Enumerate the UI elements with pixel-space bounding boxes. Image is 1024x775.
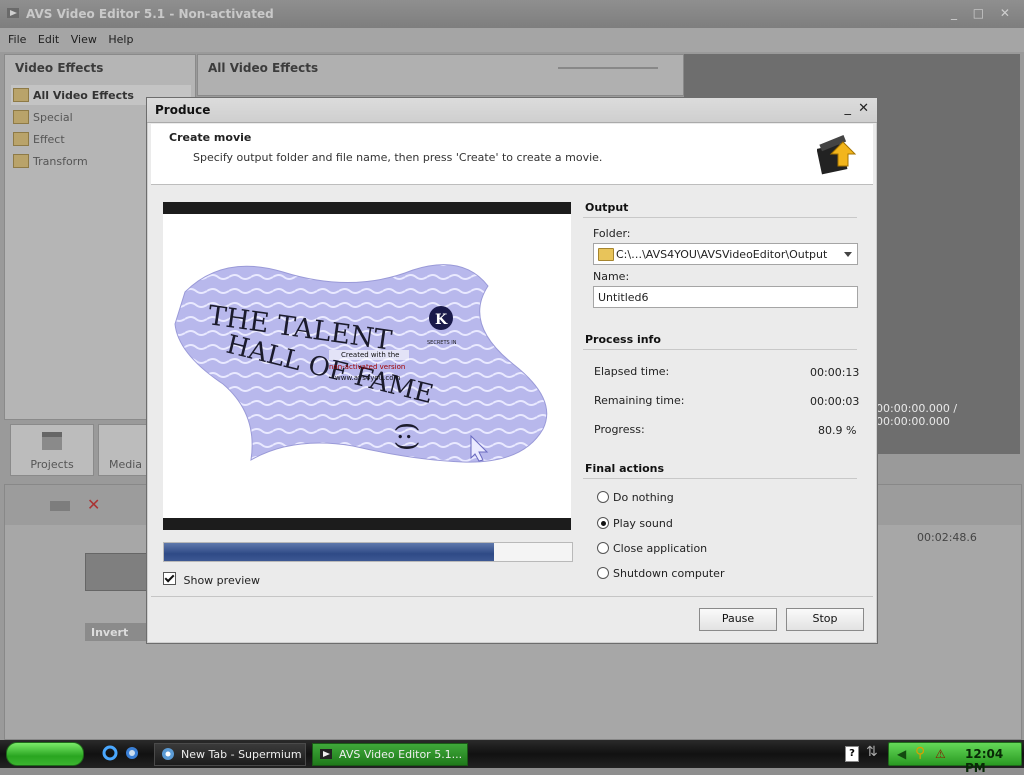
app-window-controls[interactable]: _ □ ✕ — [951, 6, 1016, 20]
folder-value: C:\…\AVS4YOU\AVSVideoEditor\Output — [616, 248, 828, 261]
svg-text:K: K — [435, 312, 448, 328]
radio-button[interactable] — [597, 491, 609, 503]
task-avs-video-editor[interactable]: AVS Video Editor 5.1... — [312, 743, 468, 766]
produce-dialog: Produce _ ✕ Create movie Specify output … — [146, 97, 878, 644]
projects-button[interactable]: Projects — [10, 424, 94, 476]
video-clip-thumbnail[interactable] — [85, 553, 147, 591]
show-preview-label: Show preview — [183, 574, 261, 587]
elapsed-value: 00:00:13 — [810, 366, 860, 379]
folder-icon — [13, 110, 29, 124]
close-icon[interactable]: ✕ — [858, 101, 869, 116]
radio-play-sound[interactable]: Play sound — [597, 517, 797, 533]
radio-close-application[interactable]: Close application — [597, 542, 797, 558]
radio-shutdown-computer[interactable]: Shutdown computer — [597, 567, 797, 583]
dialog-header: Create movie Specify output folder and f… — [151, 124, 873, 185]
timeline-time-marker: 00:02:48.6 — [917, 531, 977, 544]
dialog-heading: Create movie — [169, 131, 252, 144]
final-actions-title: Final actions — [585, 462, 665, 475]
preview-badge: SECRETS IN — [427, 340, 457, 346]
folder-icon — [13, 88, 29, 102]
menu-edit[interactable]: Edit — [38, 33, 59, 46]
elapsed-label: Elapsed time: — [594, 365, 670, 378]
folder-icon — [598, 248, 614, 261]
dialog-titlebar: Produce _ ✕ — [147, 98, 877, 123]
player-timecode: 00:00:00.000 / 00:00:00.000 — [876, 402, 958, 428]
video-editor-icon — [320, 749, 332, 759]
produce-progress-fill — [164, 543, 494, 561]
zoom-slider[interactable] — [558, 67, 658, 69]
effects-panel-header: Video Effects — [15, 61, 104, 75]
search-icon[interactable]: ⚲ — [915, 745, 925, 761]
progress-label: Progress: — [594, 423, 645, 436]
divider — [583, 478, 857, 479]
process-section-title: Process info — [585, 333, 661, 346]
stop-button[interactable]: Stop — [786, 608, 864, 631]
remaining-label: Remaining time: — [594, 394, 685, 407]
app-title: AVS Video Editor 5.1 - Non-activated — [26, 7, 274, 21]
browser-quicklaunch-icon[interactable] — [124, 745, 140, 761]
folder-icon — [13, 132, 29, 146]
output-section-title: Output — [585, 201, 629, 214]
start-button[interactable] — [6, 742, 84, 766]
preview-image: K SECRETS IN THE TALENT HALL OF FAME (:)… — [174, 264, 548, 463]
folder-icon — [13, 154, 29, 168]
footer-divider — [151, 596, 873, 597]
tray-app-icon[interactable]: ⚠ — [935, 747, 946, 761]
preview-text-line3: (:) — [392, 422, 422, 451]
chromium-icon — [162, 748, 174, 760]
taskbar: New Tab - Supermium AVS Video Editor 5.1… — [0, 740, 1024, 775]
pause-button[interactable]: Pause — [699, 608, 777, 631]
minimize-icon[interactable]: _ — [845, 101, 852, 116]
task-new-tab[interactable]: New Tab - Supermium — [154, 743, 306, 766]
volume-icon[interactable]: ◀ — [897, 747, 906, 761]
menu-bar: File Edit View Help — [0, 28, 1024, 52]
divider — [583, 349, 857, 350]
watermark-line1: Created with the — [341, 351, 400, 359]
menu-help[interactable]: Help — [108, 33, 133, 46]
preview-frame: K SECRETS IN THE TALENT HALL OF FAME (:)… — [163, 214, 571, 518]
internet-explorer-icon[interactable] — [102, 745, 118, 761]
radio-button[interactable] — [597, 567, 609, 579]
effects-gallery-header: All Video Effects — [197, 54, 684, 96]
radio-label: Play sound — [613, 517, 673, 530]
radio-label: Shutdown computer — [613, 567, 725, 580]
menu-view[interactable]: View — [71, 33, 97, 46]
watermark-line3: www.avs4you.com — [335, 374, 401, 382]
progress-value: 80.9 % — [818, 424, 857, 437]
clock[interactable]: 12:04 PM — [965, 747, 1021, 775]
checkbox-box[interactable] — [163, 572, 176, 585]
radio-do-nothing[interactable]: Do nothing — [597, 491, 797, 507]
name-input[interactable]: Untitled6 — [593, 286, 858, 308]
help-icon[interactable]: ? — [845, 746, 859, 762]
system-tray: ◀ ⚲ ⚠ 12:04 PM — [888, 742, 1022, 775]
delete-icon[interactable]: ✕ — [87, 495, 100, 514]
show-preview-checkbox[interactable]: Show preview — [163, 572, 260, 588]
app-titlebar: AVS Video Editor 5.1 - Non-activated _ □… — [0, 0, 1024, 28]
network-icon[interactable]: ⇅ — [866, 744, 878, 760]
divider — [583, 217, 857, 218]
name-label: Name: — [593, 270, 630, 283]
produce-progress-bar — [163, 542, 573, 562]
radio-button[interactable] — [597, 517, 609, 529]
folder-combobox[interactable]: C:\…\AVS4YOU\AVSVideoEditor\Output — [593, 243, 858, 265]
watermark-line2: non-activated version — [329, 363, 405, 371]
radio-label: Close application — [613, 542, 708, 555]
create-movie-icon — [817, 135, 857, 175]
app-logo-icon — [7, 8, 19, 18]
folder-label: Folder: — [593, 227, 631, 240]
name-value: Untitled6 — [598, 291, 649, 304]
remaining-value: 00:00:03 — [810, 395, 860, 408]
menu-file[interactable]: File — [8, 33, 26, 46]
storyboard-icon[interactable] — [49, 497, 71, 513]
dialog-title: Produce — [155, 103, 211, 117]
dialog-subheading: Specify output folder and file name, the… — [193, 151, 603, 164]
media-library-button[interactable]: Media L — [98, 424, 152, 476]
chevron-down-icon[interactable] — [844, 252, 852, 257]
clapper-icon — [42, 432, 62, 450]
radio-label: Do nothing — [613, 491, 674, 504]
gallery-title: All Video Effects — [208, 61, 319, 75]
radio-button[interactable] — [597, 542, 609, 554]
video-preview: K SECRETS IN THE TALENT HALL OF FAME (:)… — [163, 202, 571, 530]
